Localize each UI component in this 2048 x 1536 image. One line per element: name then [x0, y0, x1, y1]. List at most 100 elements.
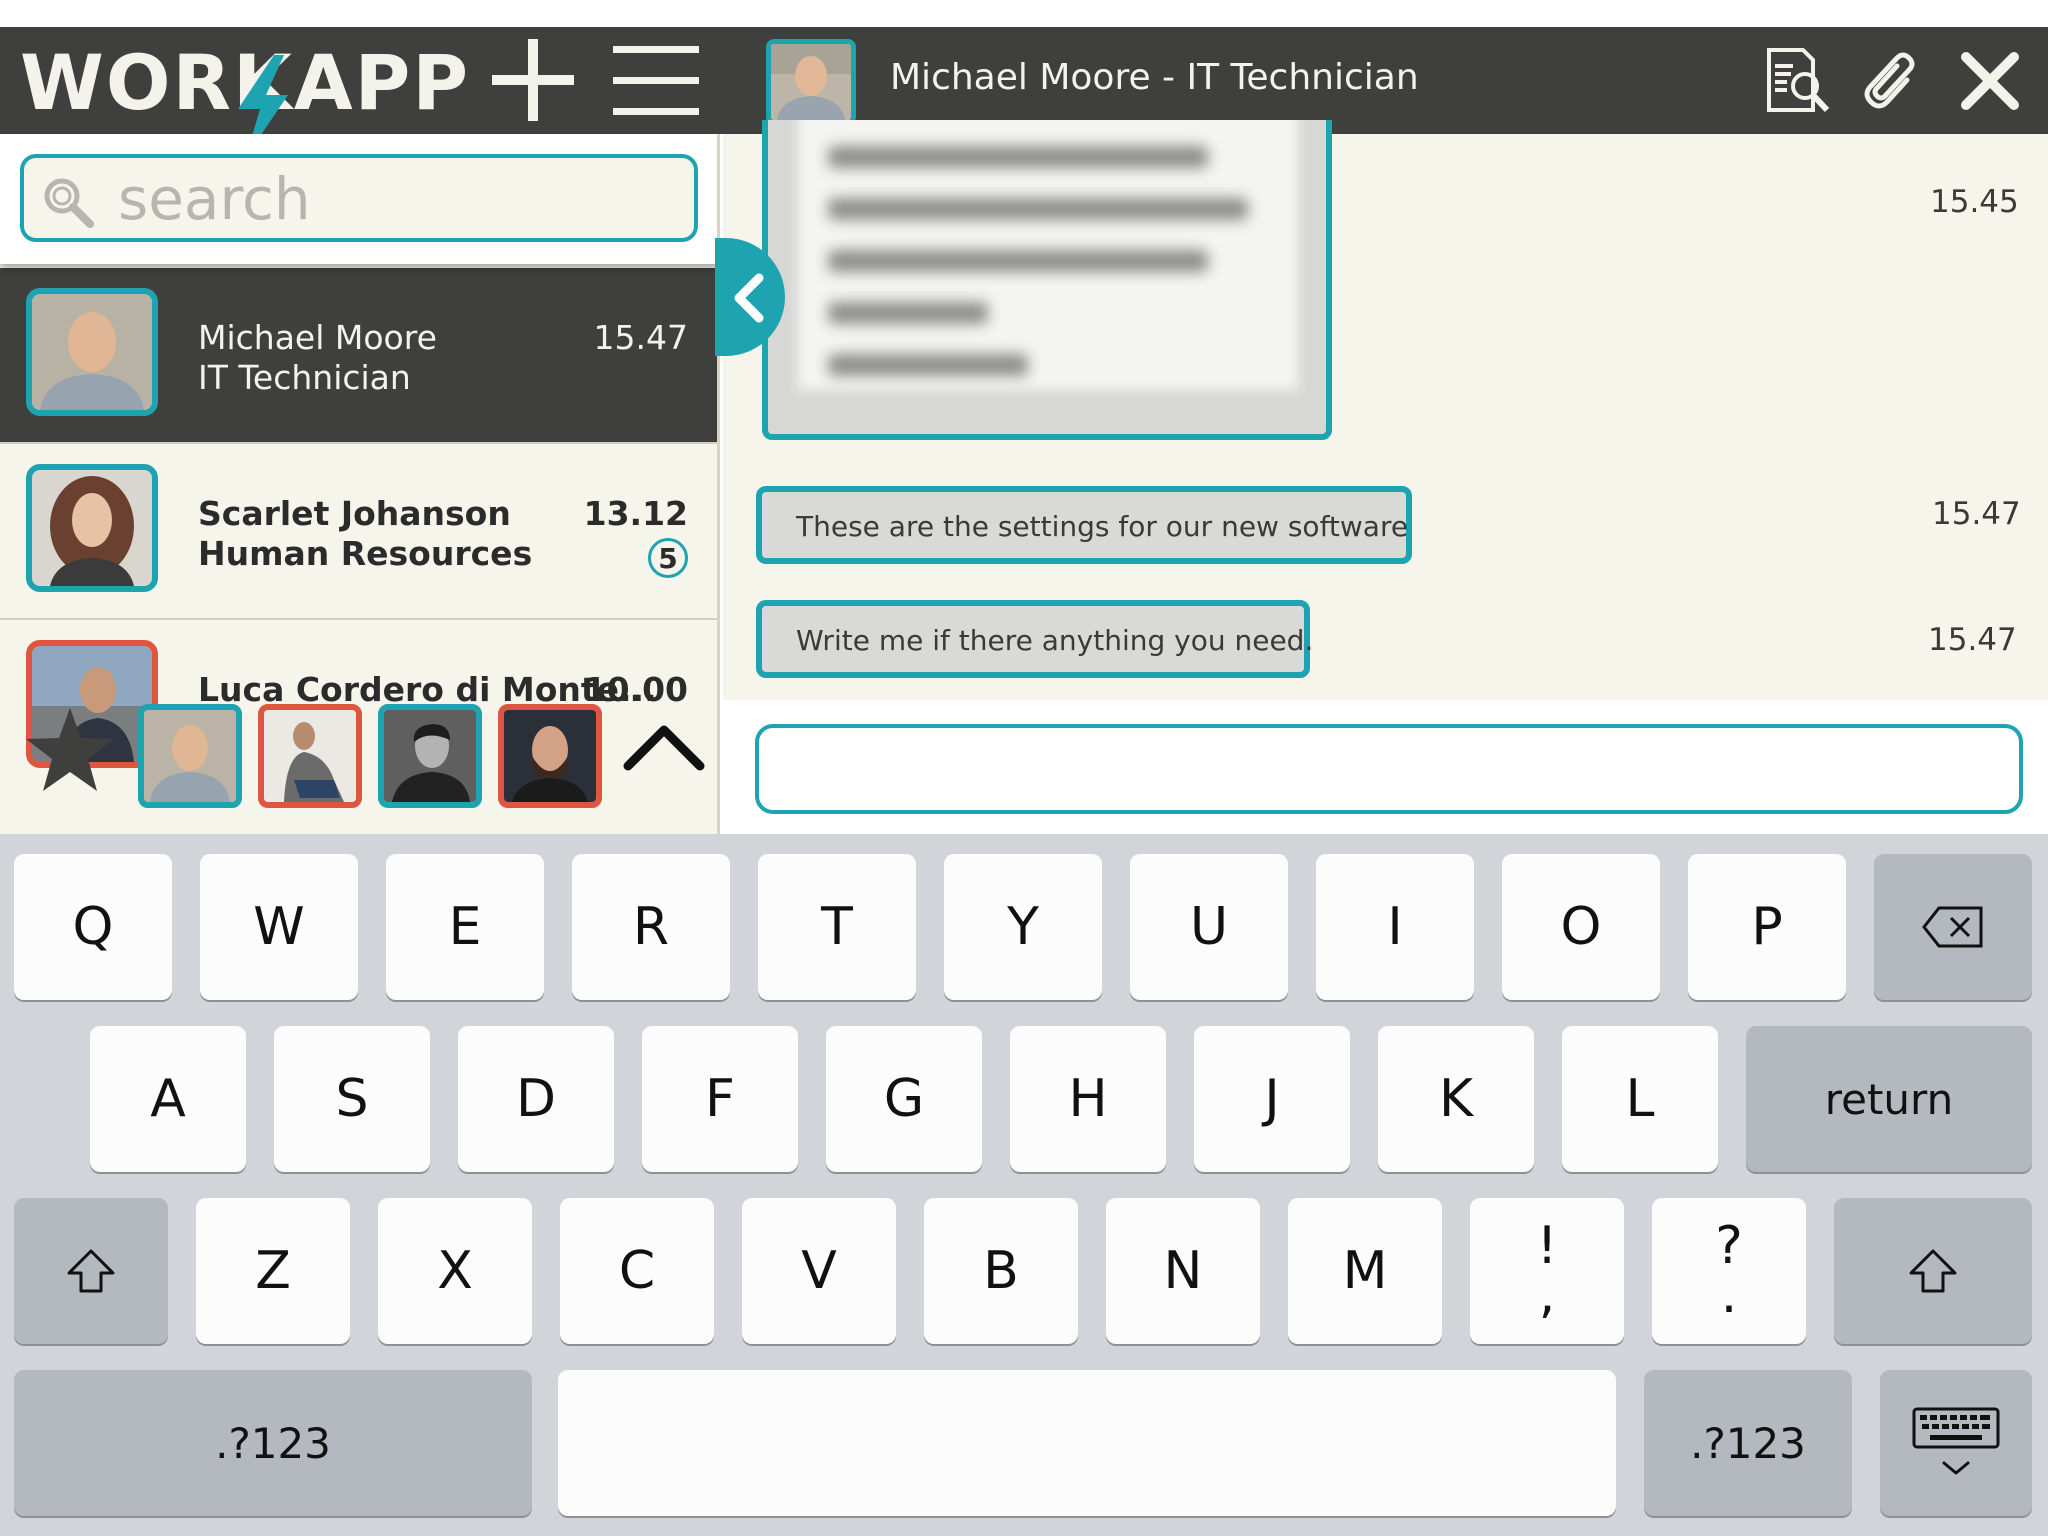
message-bubble[interactable]: These are the settings for our new softw…	[756, 486, 1412, 564]
key-t[interactable]: T	[758, 854, 916, 1000]
paperclip-icon	[1864, 52, 1915, 109]
numbers-key-left[interactable]: .?123	[14, 1370, 532, 1516]
key-question-period[interactable]: ? .	[1652, 1198, 1806, 1344]
key-upper-label: !	[1536, 1215, 1558, 1276]
key-j[interactable]: J	[1194, 1026, 1350, 1172]
key-m[interactable]: M	[1288, 1198, 1442, 1344]
key-b[interactable]: B	[924, 1198, 1078, 1344]
hide-keyboard-icon	[1912, 1407, 2000, 1475]
message-time: 15.47	[1932, 496, 2021, 532]
key-q[interactable]: Q	[14, 854, 172, 1000]
favorite-contact-avatar[interactable]	[498, 704, 602, 808]
search-box[interactable]	[20, 154, 698, 242]
blurred-text-line	[828, 250, 1208, 272]
key-p[interactable]: P	[1688, 854, 1846, 1000]
key-v[interactable]: V	[742, 1198, 896, 1344]
key-label-stack: ? .	[1715, 1215, 1743, 1321]
contact-role: Human Resources	[198, 534, 533, 573]
conversation-item-michael-moore[interactable]: Michael Moore IT Technician 15.47	[0, 268, 717, 444]
backspace-icon	[1922, 906, 1983, 948]
menu-icon	[613, 46, 699, 115]
key-u[interactable]: U	[1130, 854, 1288, 1000]
avatar	[26, 288, 158, 416]
message-bubble[interactable]: Write me if there anything you need.	[756, 600, 1314, 678]
person-avatar-icon	[384, 710, 476, 802]
blurred-text-line	[828, 354, 1028, 376]
key-w[interactable]: W	[200, 854, 358, 1000]
last-message-time: 15.47	[593, 318, 688, 357]
key-x[interactable]: X	[378, 1198, 532, 1344]
contact-name: Michael Moore	[198, 318, 437, 357]
close-chat-button[interactable]	[1950, 43, 2030, 119]
key-r[interactable]: R	[572, 854, 730, 1000]
menu-button[interactable]	[612, 41, 700, 121]
message-text: These are the settings for our new softw…	[796, 510, 1409, 543]
hide-keyboard-key[interactable]	[1880, 1370, 2032, 1516]
key-n[interactable]: N	[1106, 1198, 1260, 1344]
key-upper-label: ?	[1715, 1215, 1743, 1276]
key-y[interactable]: Y	[944, 854, 1102, 1000]
key-a[interactable]: A	[90, 1026, 246, 1172]
key-s[interactable]: S	[274, 1026, 430, 1172]
add-icon	[492, 39, 574, 121]
star-icon[interactable]	[24, 704, 116, 796]
key-h[interactable]: H	[1010, 1026, 1166, 1172]
document-search-button[interactable]	[1760, 43, 1836, 119]
avatar	[26, 464, 158, 592]
image-message[interactable]	[762, 120, 1332, 440]
favorites-strip	[0, 704, 717, 834]
key-exclamation-comma[interactable]: ! ,	[1470, 1198, 1624, 1344]
shift-key-left[interactable]	[14, 1198, 168, 1344]
message-time: 15.47	[1928, 622, 2017, 658]
favorite-contact-avatar[interactable]	[258, 704, 362, 808]
conversation-list-pane: Michael Moore IT Technician 15.47 Scarle…	[0, 134, 720, 834]
message-text: Write me if there anything you need.	[796, 624, 1314, 657]
shift-icon	[67, 1249, 115, 1293]
key-i[interactable]: I	[1316, 854, 1474, 1000]
blurred-text-line	[828, 198, 1248, 220]
message-input[interactable]	[755, 724, 2023, 814]
key-c[interactable]: C	[560, 1198, 714, 1344]
top-bar: WORKAPP Michael Moore - IT Technician	[0, 27, 2048, 157]
backspace-key[interactable]	[1874, 854, 2032, 1000]
shift-icon	[1909, 1249, 1957, 1293]
shift-key-right[interactable]	[1834, 1198, 2032, 1344]
add-button[interactable]	[488, 35, 578, 125]
blurred-text-line	[828, 302, 988, 324]
contact-avatar[interactable]	[766, 39, 856, 125]
message-time: 15.45	[1930, 184, 2019, 220]
contact-role: IT Technician	[198, 358, 411, 397]
search-input[interactable]	[118, 164, 678, 234]
favorite-contact-avatar[interactable]	[378, 704, 482, 808]
person-avatar-icon	[771, 44, 851, 120]
numbers-key-right[interactable]: .?123	[1644, 1370, 1852, 1516]
key-lower-label: ,	[1538, 1265, 1556, 1325]
key-g[interactable]: G	[826, 1026, 982, 1172]
key-label-stack: ! ,	[1536, 1215, 1558, 1325]
key-k[interactable]: K	[1378, 1026, 1534, 1172]
key-z[interactable]: Z	[196, 1198, 350, 1344]
contact-name: Scarlet Johanson	[198, 494, 511, 533]
chat-title: Michael Moore - IT Technician	[890, 57, 1419, 98]
search-icon	[44, 178, 94, 228]
key-d[interactable]: D	[458, 1026, 614, 1172]
space-bar[interactable]	[558, 1370, 1616, 1516]
return-key[interactable]: return	[1746, 1026, 2032, 1172]
person-avatar-icon	[32, 294, 152, 410]
last-message-time: 13.12	[583, 494, 688, 533]
close-icon	[1961, 52, 2019, 110]
key-f[interactable]: F	[642, 1026, 798, 1172]
conversation-item-scarlet-johanson[interactable]: Scarlet Johanson Human Resources 13.12 5	[0, 444, 717, 620]
favorite-contact-avatar[interactable]	[138, 704, 242, 808]
key-e[interactable]: E	[386, 854, 544, 1000]
key-l[interactable]: L	[1562, 1026, 1718, 1172]
person-avatar-icon	[32, 470, 152, 586]
person-avatar-icon	[264, 710, 356, 802]
person-avatar-icon	[504, 710, 596, 802]
attach-button[interactable]	[1854, 43, 1930, 119]
key-o[interactable]: O	[1502, 854, 1660, 1000]
person-avatar-icon	[144, 710, 236, 802]
search-area	[0, 134, 717, 264]
blurred-text-line	[828, 146, 1208, 168]
chevron-up-icon[interactable]	[622, 714, 706, 778]
